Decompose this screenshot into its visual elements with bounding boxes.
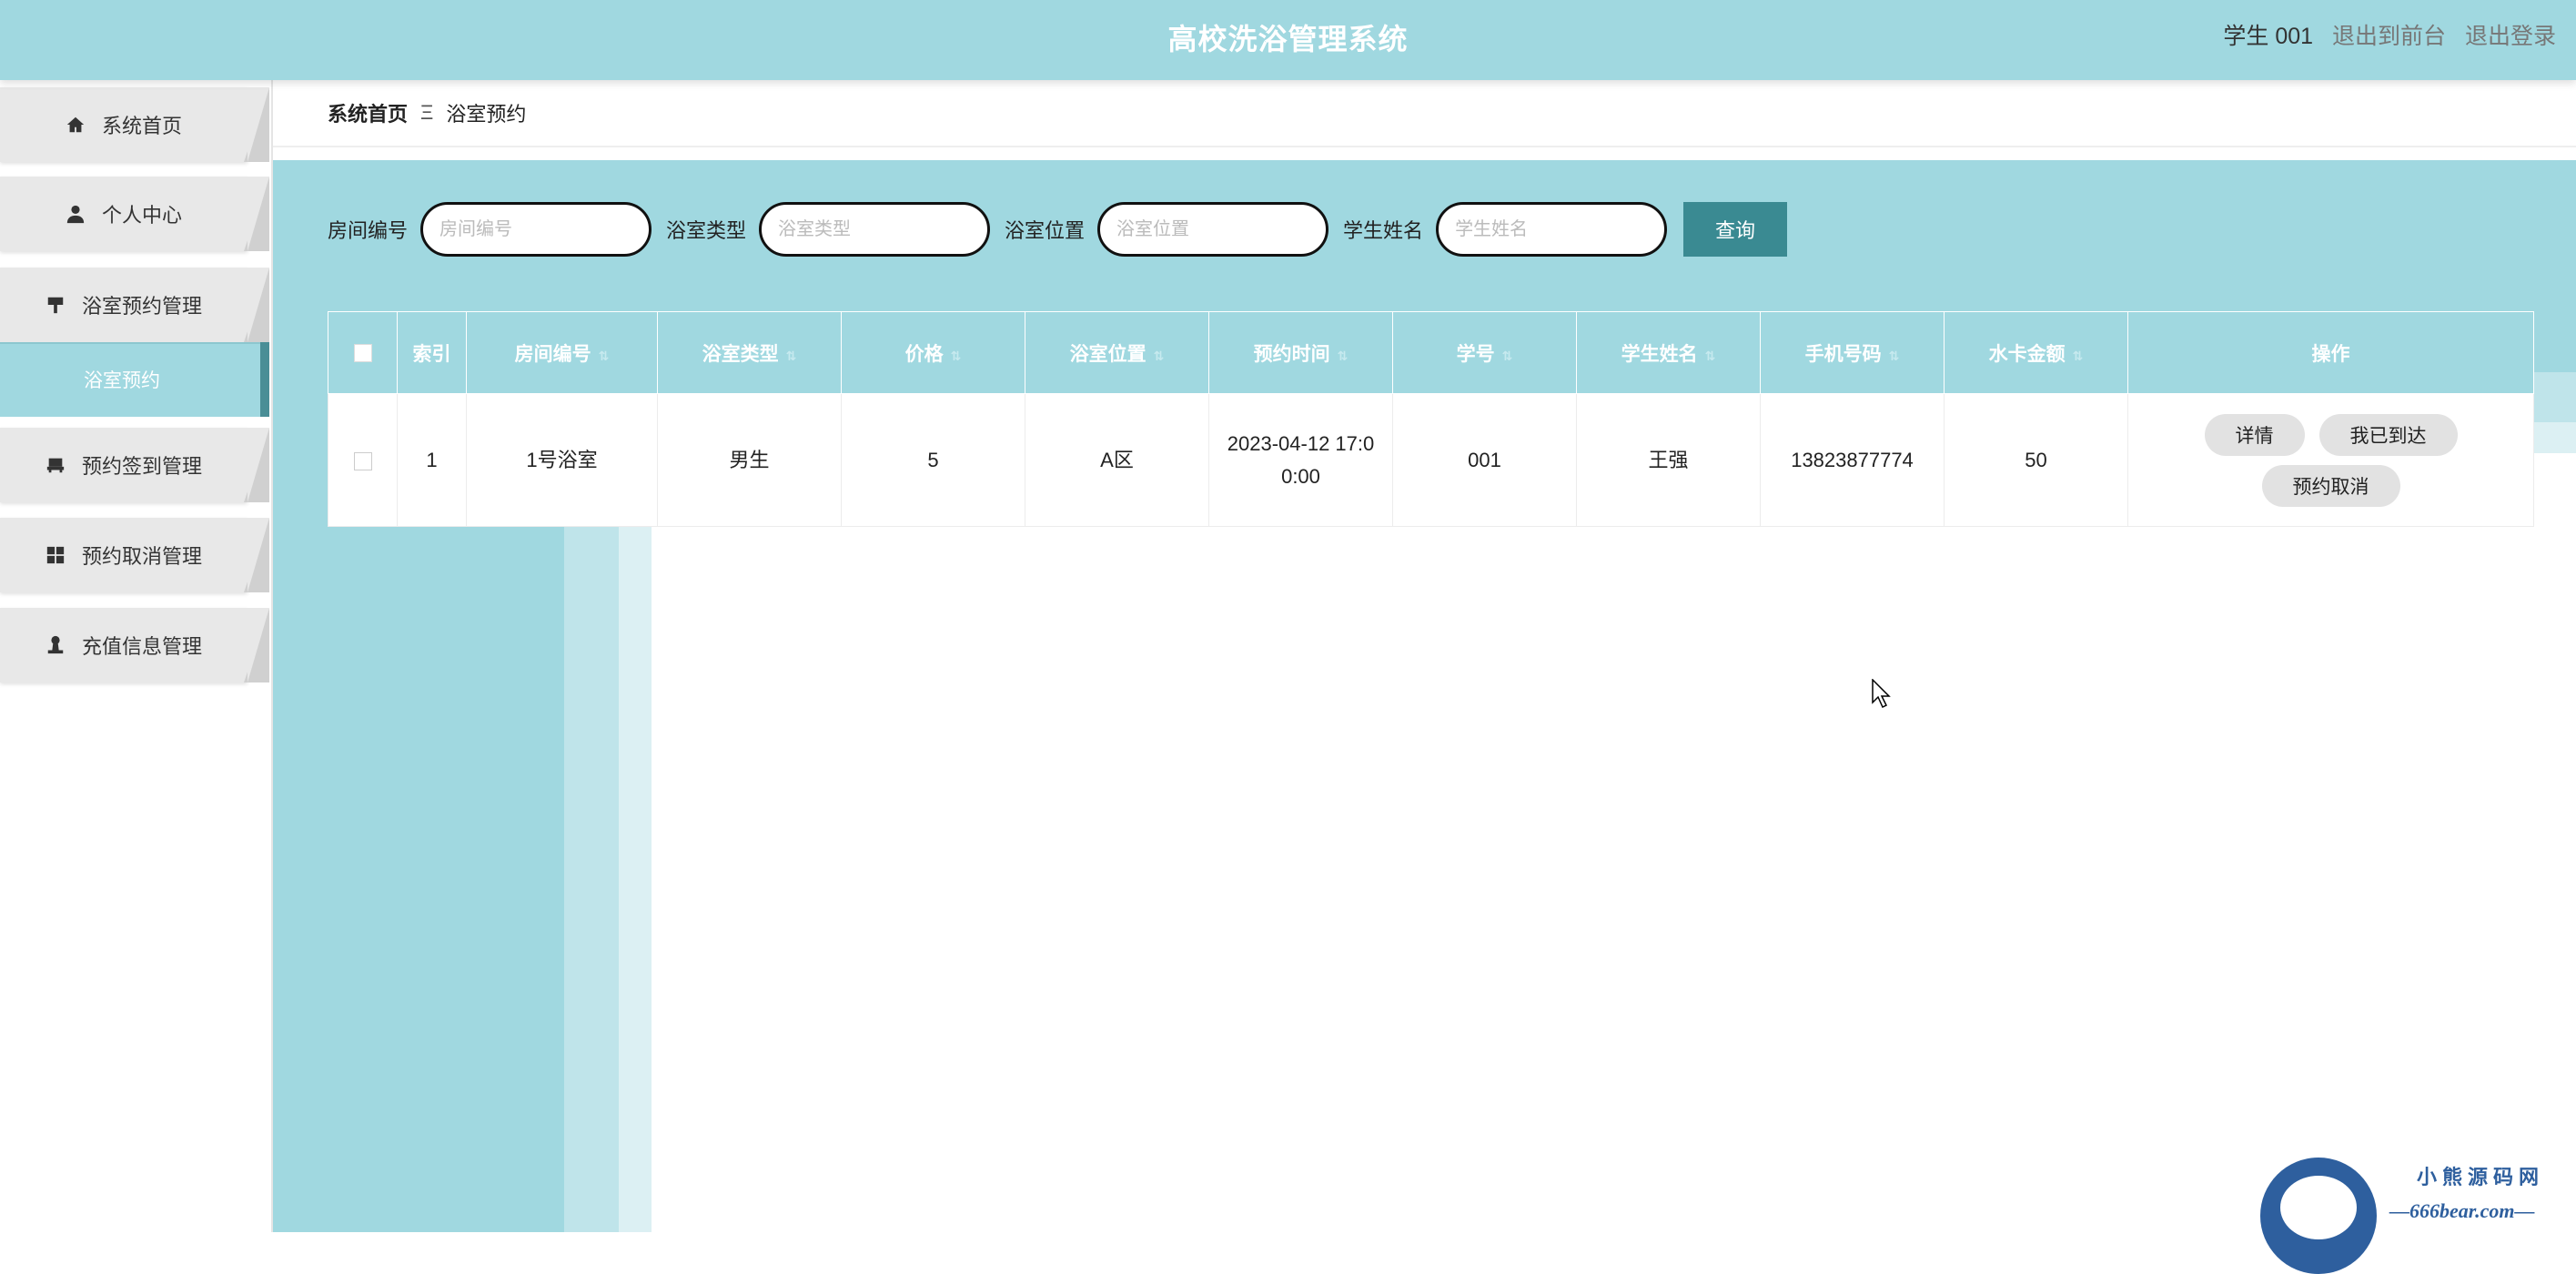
cell-actions: 详情 我已到达 预约取消	[2127, 393, 2534, 527]
sidebar-item-label: 系统首页	[101, 115, 182, 137]
app-title: 高校洗浴管理系统	[1167, 23, 1409, 56]
column-header-phone[interactable]: 手机号码 ⇅	[1760, 311, 1945, 394]
mouse-cursor-icon	[1872, 679, 1891, 709]
watermark-url: —666bear.com—	[2389, 1199, 2535, 1222]
sidebar: 系统首页 个人中心 浴室预约管理 浴室预约 预约签到管理 预约取消管理 充值信息…	[0, 80, 273, 1232]
sort-icon[interactable]: ⇅	[1705, 349, 1716, 363]
column-header-balance[interactable]: 水卡金额 ⇅	[1944, 311, 2128, 394]
column-header-actions: 操作	[2127, 311, 2534, 394]
column-header-student-id[interactable]: 学号 ⇅	[1392, 311, 1577, 394]
user-name: 学生 001	[2223, 24, 2314, 49]
row-checkbox[interactable]	[353, 451, 372, 470]
sidebar-item-home[interactable]: 系统首页	[0, 87, 269, 162]
person-icon	[66, 205, 85, 224]
sidebar-item-recharge-manage[interactable]: 充值信息管理	[0, 608, 269, 682]
sidebar-item-label: 预约签到管理	[81, 455, 202, 478]
breadcrumb-home[interactable]: 系统首页	[328, 98, 408, 127]
column-header-name[interactable]: 学生姓名 ⇅	[1576, 311, 1761, 394]
sidebar-item-label: 浴室预约管理	[81, 295, 202, 318]
row-select-cell	[328, 393, 398, 527]
cell-balance: 50	[1944, 393, 2128, 527]
student-name-input[interactable]	[1436, 202, 1668, 257]
bath-type-input[interactable]	[759, 202, 991, 257]
decor-stripe	[2532, 372, 2576, 422]
brush-icon	[47, 297, 64, 314]
table-header-row: 索引 房间编号 ⇅ 浴室类型 ⇅ 价格 ⇅ 浴室位置 ⇅ 预约时间 ⇅ 学号 ⇅ 学生姓名 ⇅…	[328, 311, 2534, 394]
sort-icon[interactable]: ⇅	[1154, 349, 1165, 363]
sidebar-item-label: 预约取消管理	[81, 545, 202, 568]
arrived-button[interactable]: 我已到达	[2318, 413, 2458, 456]
table-row: 1 1号浴室 男生 5 A区 2023-04-12 17:00:00 001 王…	[328, 393, 2534, 527]
sort-icon[interactable]: ⇅	[599, 349, 610, 363]
column-header-room[interactable]: 房间编号 ⇅	[466, 311, 658, 394]
breadcrumb: 系统首页 Ξ 浴室预约	[273, 80, 2576, 147]
sort-icon[interactable]: ⇅	[951, 349, 962, 363]
cell-room: 1号浴室	[466, 393, 658, 527]
decor-stripe	[564, 526, 619, 1232]
logout-link[interactable]: 退出登录	[2465, 24, 2556, 49]
select-all-header	[328, 311, 398, 394]
column-header-type[interactable]: 浴室类型 ⇅	[657, 311, 842, 394]
home-icon	[66, 116, 85, 133]
sort-icon[interactable]: ⇅	[1502, 349, 1513, 363]
chair-icon	[46, 458, 65, 473]
search-form: 房间编号 浴室类型 浴室位置 学生姓名 查询	[328, 202, 1788, 257]
column-header-location[interactable]: 浴室位置 ⇅	[1025, 311, 1209, 394]
column-header-price[interactable]: 价格 ⇅	[841, 311, 1025, 394]
cell-student-id: 001	[1392, 393, 1577, 527]
sort-icon[interactable]: ⇅	[1889, 349, 1900, 363]
cell-price: 5	[841, 393, 1025, 527]
sidebar-item-label: 充值信息管理	[81, 635, 202, 658]
room-number-input[interactable]	[420, 202, 652, 257]
booking-table: 索引 房间编号 ⇅ 浴室类型 ⇅ 价格 ⇅ 浴室位置 ⇅ 预约时间 ⇅ 学号 ⇅ 学生姓名 ⇅…	[328, 311, 2534, 527]
select-all-checkbox[interactable]	[353, 343, 372, 362]
watermark-text: 小熊源码网	[2417, 1166, 2545, 1188]
room-number-label: 房间编号	[328, 219, 409, 242]
decor-stripe	[619, 526, 652, 1232]
bath-type-label: 浴室类型	[666, 219, 747, 242]
watermark-logo: 小熊源码网 —666bear.com—	[2260, 1148, 2570, 1274]
sort-icon[interactable]: ⇅	[786, 349, 797, 363]
cell-name: 王强	[1576, 393, 1761, 527]
sidebar-subitem-bath-booking[interactable]: 浴室预约	[0, 342, 269, 417]
detail-button[interactable]: 详情	[2204, 413, 2305, 456]
sidebar-item-cancel-manage[interactable]: 预约取消管理	[0, 518, 269, 592]
breadcrumb-current: 浴室预约	[446, 103, 527, 126]
cell-phone: 13823877774	[1760, 393, 1945, 527]
bath-location-input[interactable]	[1097, 202, 1329, 257]
sidebar-item-profile[interactable]: 个人中心	[0, 177, 269, 251]
bath-location-label: 浴室位置	[1005, 219, 1086, 242]
search-button[interactable]: 查询	[1683, 202, 1788, 257]
breadcrumb-separator: Ξ	[420, 101, 434, 124]
sidebar-item-label: 个人中心	[101, 204, 182, 227]
exit-to-front-link[interactable]: 退出到前台	[2332, 24, 2446, 49]
grid-icon	[46, 546, 65, 564]
sidebar-item-booking-manage[interactable]: 浴室预约管理	[0, 268, 269, 342]
user-area: 学生 001 退出到前台 退出登录	[2223, 18, 2556, 51]
sort-icon[interactable]: ⇅	[1338, 349, 1349, 363]
column-header-time[interactable]: 预约时间 ⇅	[1208, 311, 1393, 394]
column-header-index: 索引	[397, 311, 467, 394]
cell-time: 2023-04-12 17:00:00	[1208, 393, 1393, 527]
cancel-booking-button[interactable]: 预约取消	[2261, 464, 2400, 507]
cell-type: 男生	[657, 393, 842, 527]
cell-location: A区	[1025, 393, 1209, 527]
sidebar-item-checkin-manage[interactable]: 预约签到管理	[0, 428, 269, 502]
sort-icon[interactable]: ⇅	[2073, 349, 2084, 363]
person-stamp-icon	[47, 635, 64, 654]
top-header: 高校洗浴管理系统 学生 001 退出到前台 退出登录	[0, 0, 2576, 80]
decor-stripe	[2532, 422, 2576, 453]
student-name-label: 学生姓名	[1343, 219, 1424, 242]
cell-index: 1	[397, 393, 467, 527]
